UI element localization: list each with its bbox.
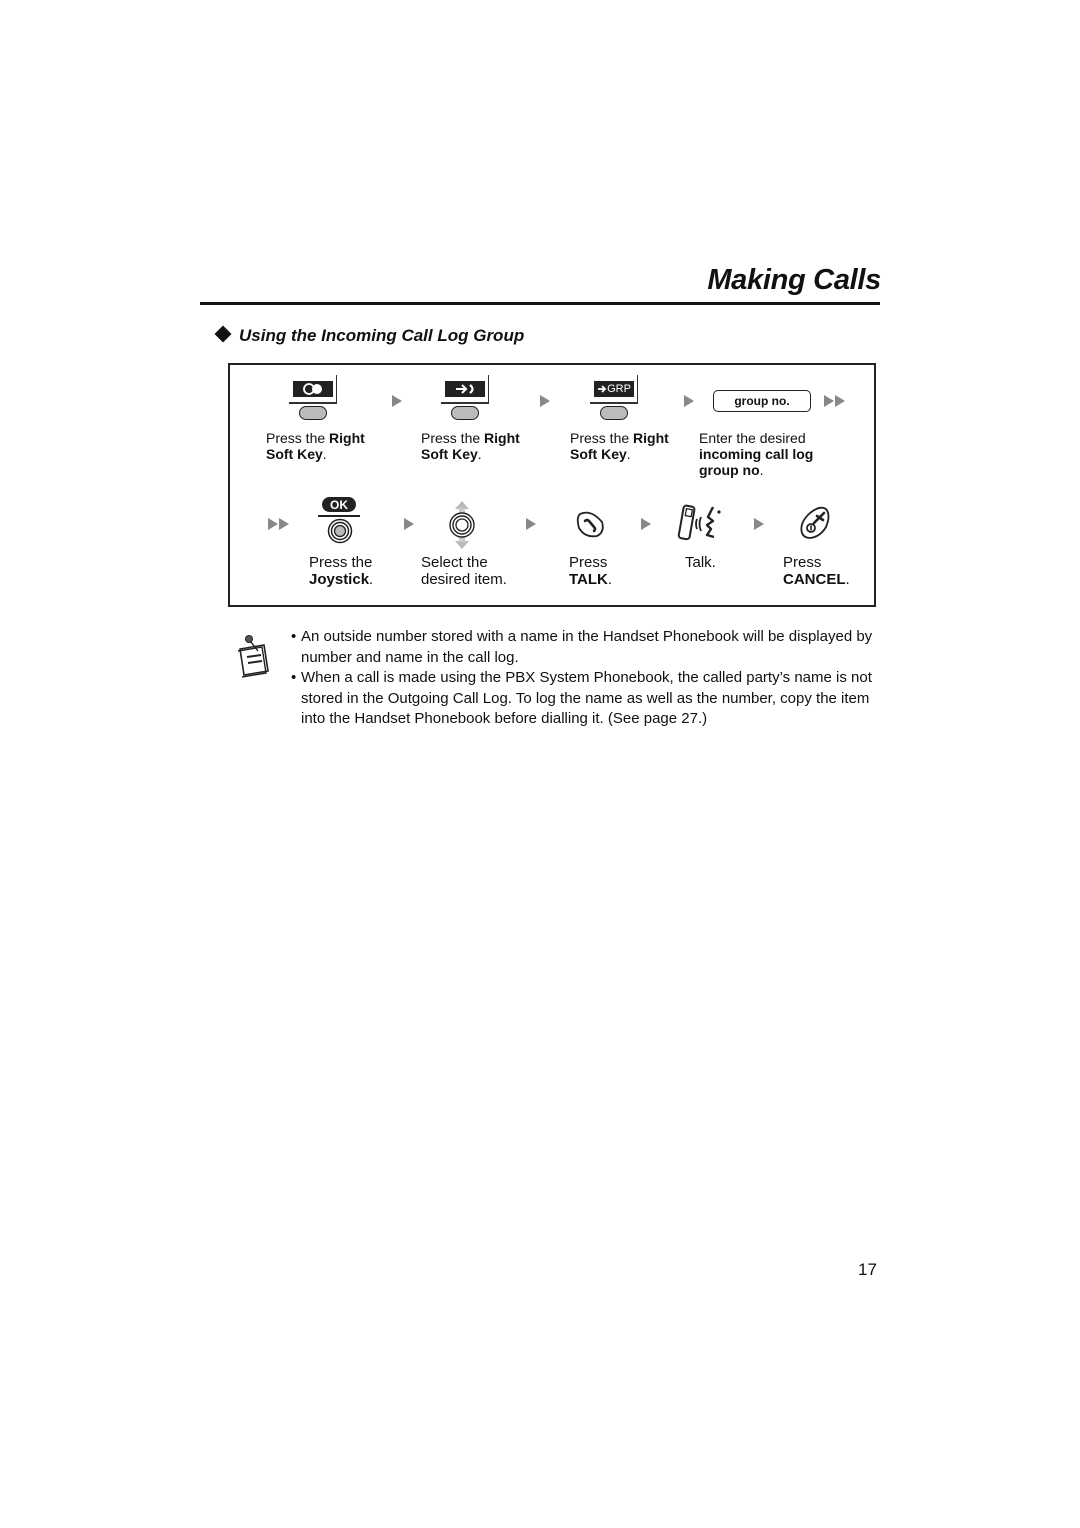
- step-3-label: Press the Right Soft Key.: [570, 430, 669, 462]
- step-1-label: Press the Right Soft Key.: [266, 430, 365, 462]
- arrow-right-glyph-icon: [598, 385, 607, 393]
- ok-label: OK: [322, 497, 356, 512]
- joystick-ok-icon[interactable]: OK: [318, 497, 362, 547]
- arrow-icon: [641, 518, 651, 530]
- arrow-icon: [684, 395, 694, 407]
- group-no-input[interactable]: group no.: [713, 390, 811, 412]
- joystick-rings-icon: [327, 518, 353, 544]
- arrow-icon: [404, 518, 414, 530]
- step-2-label: Press the Right Soft Key.: [421, 430, 520, 462]
- page-number: 17: [858, 1260, 877, 1279]
- arrow-icon: [392, 395, 402, 407]
- softkey-arrow-icon: [441, 375, 491, 420]
- step-8-label: Talk.: [685, 554, 716, 571]
- double-arrow-icon: [824, 395, 845, 407]
- note-item: • An outside number stored with a name in…: [291, 628, 873, 666]
- handset-talk-icon: [677, 504, 721, 541]
- cancel-button-icon[interactable]: [798, 505, 832, 541]
- notes-list: • An outside number stored with a name in…: [291, 627, 881, 730]
- talk-button-icon[interactable]: [575, 508, 607, 540]
- right-soft-key-button[interactable]: [451, 406, 479, 420]
- softkey-circles-icon: [289, 375, 339, 420]
- arrow-icon: [754, 518, 764, 530]
- step-5-label: Press the Joystick.: [309, 554, 374, 588]
- call-arrow-glyph-icon: [456, 384, 474, 394]
- step-6-label: Select the desired item.: [421, 554, 507, 588]
- right-soft-key-button[interactable]: [299, 406, 327, 420]
- notepad-icon: [237, 635, 269, 678]
- diamond-bullet-icon: [214, 325, 232, 343]
- note-item: • When a call is made using the PBX Syste…: [291, 669, 872, 727]
- step-9-label: Press CANCEL.: [783, 554, 850, 588]
- double-arrow-icon: [268, 518, 289, 530]
- header-rule: [200, 302, 880, 305]
- joystick-updown-icon[interactable]: [446, 500, 478, 550]
- arrow-icon: [526, 518, 536, 530]
- step-4-label: Enter the desired incoming call log grou…: [699, 430, 814, 478]
- section-title: Making Calls: [707, 264, 881, 296]
- subheading-text: Using the Incoming Call Log Group: [239, 326, 525, 345]
- circles-glyph-icon: [303, 383, 322, 395]
- subheading: Using the Incoming Call Log Group: [214, 325, 525, 346]
- right-soft-key-button[interactable]: [600, 406, 628, 420]
- arrow-icon: [540, 395, 550, 407]
- softkey-grp-icon: GRP: [590, 375, 640, 420]
- step-7-label: Press TALK.: [569, 554, 613, 588]
